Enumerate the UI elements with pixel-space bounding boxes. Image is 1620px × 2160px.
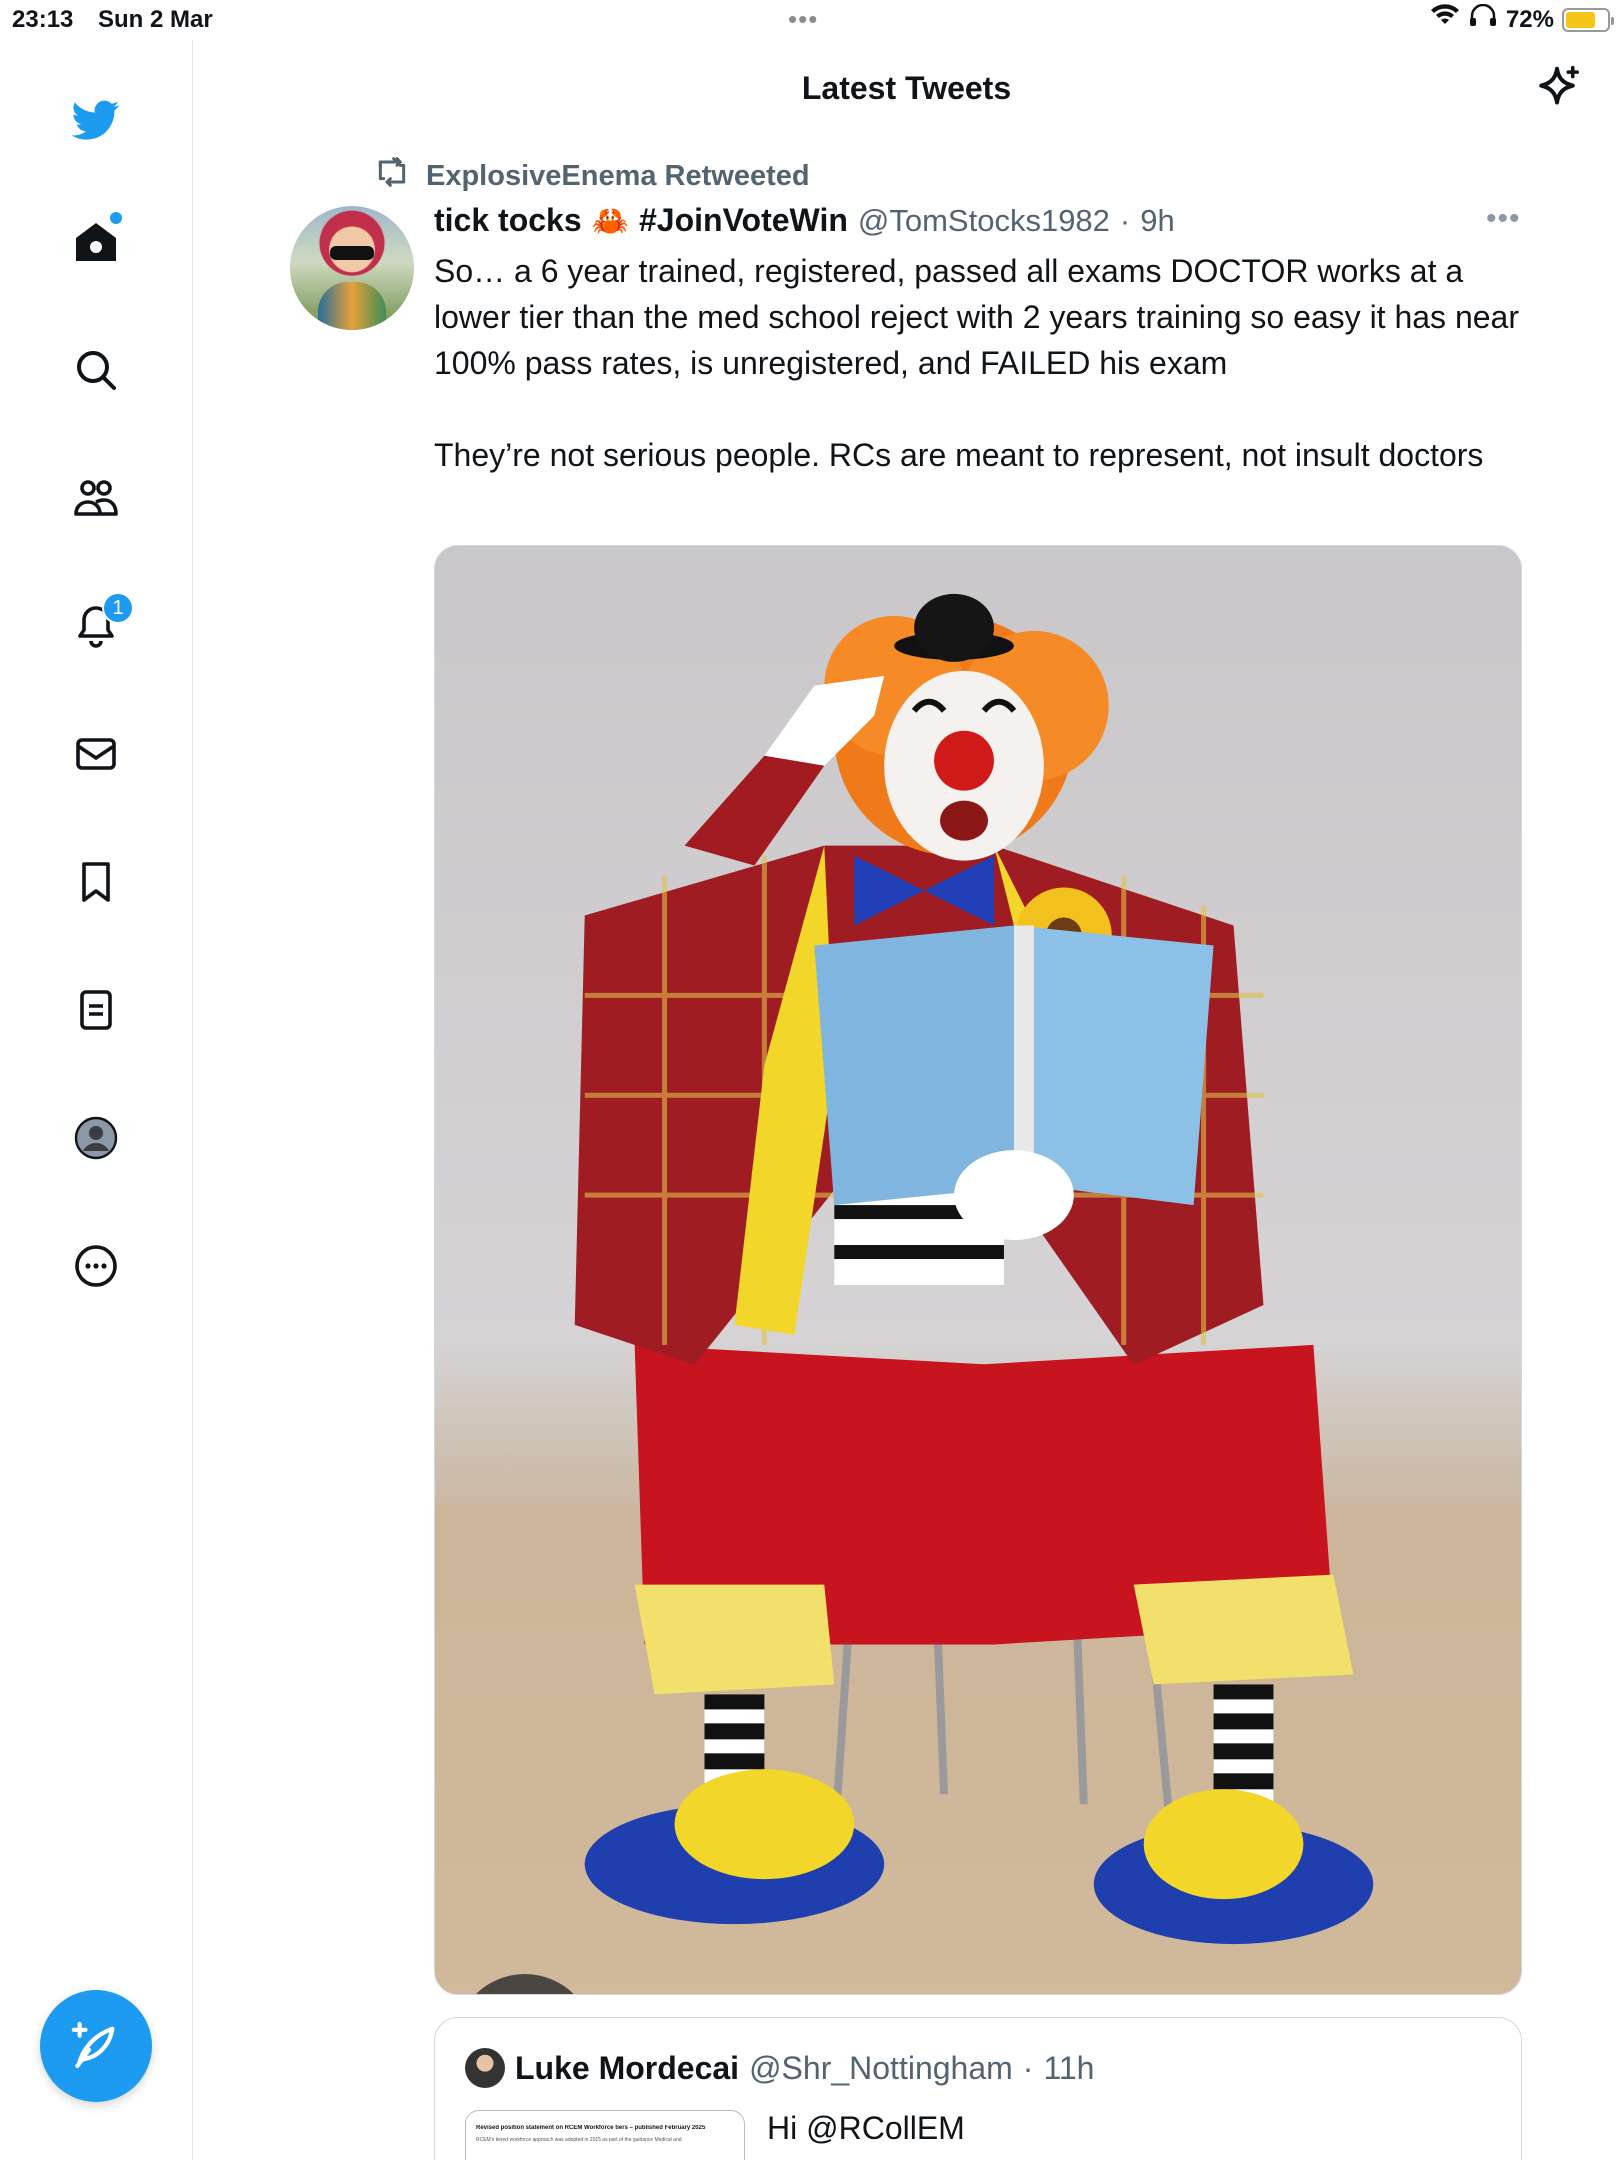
quote-separator: ·: [1022, 2049, 1034, 2086]
wifi-icon: [1430, 4, 1460, 35]
retweeted-by-label: ExplosiveEnema Retweeted: [426, 159, 810, 192]
twitter-logo-icon[interactable]: [66, 90, 126, 150]
lists-icon[interactable]: [66, 980, 126, 1040]
sparkle-icon[interactable]: [1530, 62, 1584, 116]
notifications-badge: 1: [102, 592, 134, 624]
communities-icon[interactable]: [66, 468, 126, 528]
author-name[interactable]: tick tocks: [434, 202, 582, 239]
compose-icon: [68, 2017, 124, 2076]
avatar-glasses: [330, 246, 374, 260]
battery-percent: 72%: [1505, 5, 1554, 33]
compose-button[interactable]: [40, 1990, 152, 2102]
quote-time[interactable]: 11h: [1043, 2050, 1094, 2087]
bookmarks-icon[interactable]: [66, 852, 126, 912]
tweet-paragraph: They’re not serious people. RCs are mean…: [434, 437, 1484, 473]
status-bar: 23:13 Sun 2 Mar ••• 72%: [0, 0, 1620, 40]
battery-icon: [1562, 7, 1614, 32]
status-indicators: 72%: [1430, 3, 1614, 35]
multitasking-dots[interactable]: •••: [788, 4, 818, 35]
thumb-line: RCEM's tiered workforce approach was ado…: [476, 2137, 682, 2143]
quote-text: Hi @RCollEM: [767, 2110, 965, 2146]
tweet-time[interactable]: 9h: [1140, 203, 1174, 239]
tweet-text: So… a 6 year trained, registered, passed…: [434, 248, 1544, 524]
thumb-title: Revised position statement on RCEM Workf…: [476, 2125, 706, 2131]
status-time: 23:13: [12, 6, 74, 33]
avatar-body: [318, 282, 386, 330]
retweet-icon: [372, 152, 412, 200]
tweet-header: tick tocks 🦀 #JoinVoteWin @TomStocks1982…: [434, 202, 1175, 239]
home-unread-dot: [110, 212, 122, 224]
clown-photo: [435, 593, 1521, 1994]
quote-author-handle[interactable]: @Shr_Nottingham: [749, 2050, 1013, 2087]
battery-fill: [1566, 11, 1595, 28]
tweet-media-image[interactable]: [434, 545, 1522, 1995]
author-avatar[interactable]: [290, 206, 414, 330]
search-icon[interactable]: [66, 340, 126, 400]
notifications-icon[interactable]: 1: [66, 592, 134, 656]
quote-avatar[interactable]: [465, 2048, 505, 2088]
page-title: Latest Tweets: [801, 70, 1012, 106]
quote-author-name[interactable]: Luke Mordecai: [515, 2050, 739, 2087]
retweet-context[interactable]: ExplosiveEnema Retweeted: [372, 152, 810, 200]
quote-header: Luke Mordecai @Shr_Nottingham · 11h: [465, 2048, 1094, 2088]
quoted-tweet[interactable]: Luke Mordecai @Shr_Nottingham · 11h Revi…: [434, 2017, 1522, 2160]
author-handle[interactable]: @TomStocks1982: [858, 203, 1110, 239]
status-date: Sun 2 Mar: [98, 6, 213, 33]
author-hashtag[interactable]: #JoinVoteWin: [639, 202, 848, 239]
more-icon[interactable]: [66, 1236, 126, 1296]
messages-icon[interactable]: [66, 724, 126, 784]
tweet-paragraph: So… a 6 year trained, registered, passed…: [434, 253, 1519, 381]
headphones-icon: [1468, 3, 1498, 35]
tweet-more-button[interactable]: •••: [1486, 202, 1521, 236]
crab-emoji: 🦀: [591, 205, 629, 238]
sidebar: 1: [0, 40, 193, 2160]
separator: ·: [1119, 203, 1131, 238]
profile-icon[interactable]: [66, 1108, 126, 1168]
home-icon[interactable]: [66, 212, 126, 272]
quote-document-thumbnail[interactable]: Revised position statement on RCEM Workf…: [465, 2110, 745, 2160]
